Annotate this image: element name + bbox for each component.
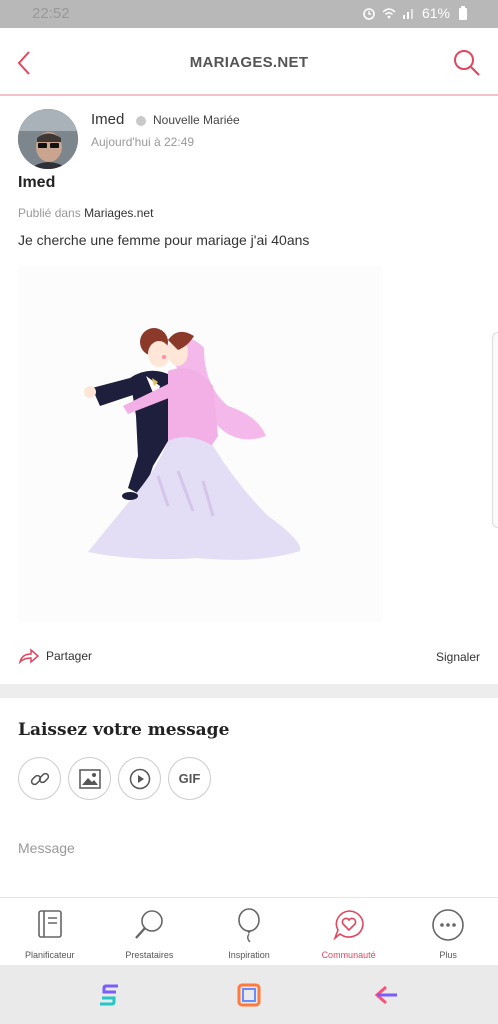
published-group[interactable]: Mariages.net bbox=[84, 206, 153, 220]
back-arrow-icon[interactable] bbox=[374, 983, 400, 1007]
tab-label: Planificateur bbox=[25, 950, 75, 960]
badge-dot bbox=[136, 116, 146, 126]
tab-label: Communauté bbox=[321, 950, 376, 960]
tab-inspiration[interactable]: Inspiration bbox=[199, 898, 299, 965]
video-play-icon bbox=[129, 768, 150, 789]
chat-heart-icon bbox=[332, 910, 364, 941]
magnifier-icon bbox=[135, 910, 164, 939]
attach-video-button[interactable] bbox=[118, 757, 161, 800]
battery-percent: 61% bbox=[421, 5, 450, 21]
post-timestamp: Aujourd'hui à 22:49 bbox=[91, 135, 195, 149]
edge-panel-handle[interactable] bbox=[492, 332, 498, 528]
system-nav-bar bbox=[0, 965, 498, 1024]
status-icons: 61% bbox=[362, 5, 470, 21]
tab-planificateur[interactable]: Planificateur bbox=[0, 898, 100, 965]
avatar-photo bbox=[18, 109, 78, 169]
share-label: Partager bbox=[46, 649, 93, 663]
alarm-icon bbox=[363, 8, 375, 20]
message-input[interactable] bbox=[18, 836, 478, 860]
section-divider bbox=[0, 684, 498, 698]
status-time: 22:52 bbox=[32, 5, 70, 22]
more-dots-icon bbox=[432, 909, 464, 941]
attach-gif-button[interactable]: GIF bbox=[168, 757, 211, 800]
home-icon[interactable] bbox=[236, 983, 262, 1007]
comment-section-title: Laissez votre message bbox=[18, 720, 230, 740]
published-in: Publié dans Mariages.net bbox=[18, 206, 153, 220]
signal-icon bbox=[402, 9, 413, 19]
report-button[interactable]: Signaler bbox=[436, 650, 480, 664]
app-bar: MARIAGES.NET bbox=[0, 28, 498, 96]
published-prefix: Publié dans bbox=[18, 206, 81, 220]
tab-label: Inspiration bbox=[228, 950, 270, 960]
attach-image-button[interactable] bbox=[68, 757, 111, 800]
tab-communaute[interactable]: Communauté bbox=[299, 898, 399, 965]
image-icon bbox=[78, 768, 101, 789]
avatar[interactable] bbox=[18, 109, 78, 169]
attach-link-button[interactable] bbox=[18, 757, 61, 800]
tab-label: Prestataires bbox=[125, 950, 174, 960]
wedding-couple-illustration bbox=[84, 328, 301, 560]
author-name[interactable]: Imed bbox=[91, 111, 124, 128]
status-bar: 22:52 61% bbox=[0, 0, 498, 28]
tab-prestataires[interactable]: Prestataires bbox=[100, 898, 200, 965]
author-badge: Nouvelle Mariée bbox=[153, 113, 240, 127]
tab-label: Plus bbox=[439, 950, 457, 960]
gif-icon: GIF bbox=[178, 771, 201, 786]
share-arrow-icon bbox=[18, 648, 40, 664]
post-title: Imed bbox=[18, 174, 56, 191]
search-icon[interactable] bbox=[452, 48, 482, 78]
balloon-icon bbox=[238, 908, 260, 943]
link-icon bbox=[30, 772, 49, 785]
recent-apps-icon[interactable] bbox=[96, 983, 122, 1007]
share-button[interactable]: Partager bbox=[18, 648, 92, 664]
post-body: Je cherche une femme pour mariage j'ai 4… bbox=[18, 232, 310, 248]
battery-icon bbox=[459, 6, 467, 20]
wifi-icon bbox=[382, 8, 396, 19]
tab-plus[interactable]: Plus bbox=[398, 898, 498, 965]
post-image[interactable] bbox=[18, 266, 383, 622]
bottom-tab-bar: Planificateur Prestataires Inspiration C… bbox=[0, 897, 498, 965]
page-title: MARIAGES.NET bbox=[189, 54, 309, 71]
planner-book-icon bbox=[37, 910, 62, 938]
